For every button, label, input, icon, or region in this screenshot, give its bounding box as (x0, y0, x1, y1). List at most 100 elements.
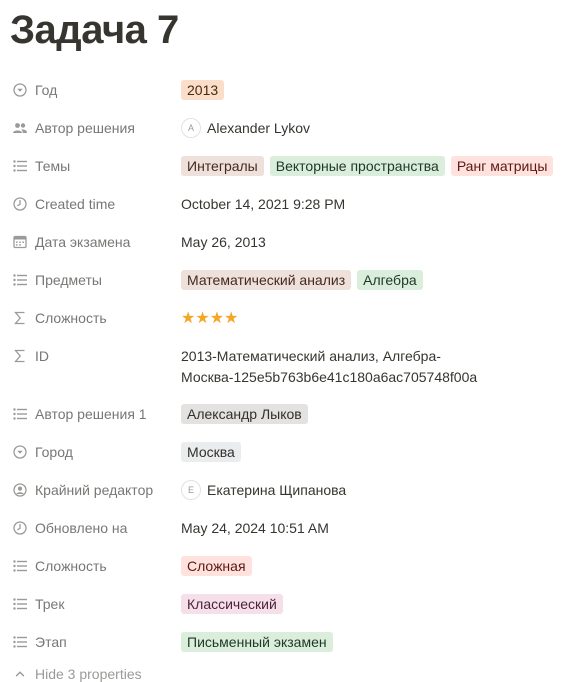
property-value-subjects[interactable]: Математический анализ Алгебра (181, 261, 572, 299)
property-row-exam-date: Дата экзамена May 26, 2013 (0, 223, 580, 261)
property-label-text: Сложность (35, 558, 107, 574)
property-value-last-editor: E Екатерина Щипанова (181, 471, 572, 509)
property-row-difficulty: Сложность Сложная (0, 547, 580, 585)
property-label-solution-author-1[interactable]: Автор решения 1 (12, 395, 172, 433)
person-name: Alexander Lykov (207, 120, 310, 136)
calendar-icon (12, 234, 28, 250)
property-label-city[interactable]: Город (12, 433, 172, 471)
avatar: A (181, 118, 201, 138)
multi-select-icon (12, 634, 28, 650)
property-row-year: Год 2013 (0, 71, 580, 109)
updated-at-value: May 24, 2024 10:51 AM (181, 520, 329, 536)
property-label-stage[interactable]: Этап (12, 623, 172, 661)
property-label-track[interactable]: Трек (12, 585, 172, 623)
property-row-solution-author-1: Автор решения 1 Александр Лыков (0, 395, 580, 433)
property-label-text: ID (35, 348, 49, 364)
property-label-text: Этап (35, 634, 67, 650)
formula-icon (12, 348, 28, 364)
property-label-topics[interactable]: Темы (12, 147, 172, 185)
property-label-text: Предметы (35, 272, 102, 288)
property-label-year[interactable]: Год (12, 71, 172, 109)
property-row-subjects: Предметы Математический анализ Алгебра (0, 261, 580, 299)
property-label-text: Трек (35, 596, 65, 612)
property-label-subjects[interactable]: Предметы (12, 261, 172, 299)
property-value-updated-at: May 24, 2024 10:51 AM (181, 509, 572, 547)
clock-icon (12, 196, 28, 212)
property-label-text: Обновлено на (35, 520, 128, 536)
topic-tag: Интегралы (181, 156, 264, 176)
property-row-last-editor: Крайний редактор E Екатерина Щипанова (0, 471, 580, 509)
multi-select-icon (12, 406, 28, 422)
exam-date-value: May 26, 2013 (181, 234, 266, 250)
property-row-difficulty-rating: Сложность ★★★★ (0, 299, 580, 337)
chevron-up-icon (12, 666, 28, 682)
people-icon (12, 120, 28, 136)
property-label-text: Created time (35, 196, 116, 212)
property-row-solution-author: Автор решения A Alexander Lykov (0, 109, 580, 147)
property-label-difficulty[interactable]: Сложность (12, 547, 172, 585)
star-rating: ★★★★ (181, 310, 239, 327)
created-time-value: October 14, 2021 9:28 PM (181, 196, 346, 212)
topic-tag: Ранг матрицы (450, 156, 554, 176)
property-label-exam-date[interactable]: Дата экзамена (12, 223, 172, 261)
property-value-created-time: October 14, 2021 9:28 PM (181, 185, 572, 223)
property-label-text: Сложность (35, 310, 107, 326)
person-name: Екатерина Щипанова (207, 482, 347, 498)
property-value-difficulty-rating: ★★★★ (181, 299, 572, 337)
property-label-text: Автор решения (35, 120, 135, 136)
city-tag: Москва (181, 442, 241, 462)
property-value-city[interactable]: Москва (181, 433, 572, 471)
property-row-topics: Темы Интегралы Векторные пространства Ра… (0, 147, 580, 185)
property-value-stage[interactable]: Письменный экзамен (181, 623, 572, 661)
property-value-topics[interactable]: Интегралы Векторные пространства Ранг ма… (181, 147, 572, 185)
author-tag: Александр Лыков (181, 404, 308, 424)
property-value-year[interactable]: 2013 (181, 71, 572, 109)
select-icon (12, 82, 28, 98)
person-icon (12, 482, 28, 498)
property-value-exam-date[interactable]: May 26, 2013 (181, 223, 572, 261)
property-value-difficulty[interactable]: Сложная (181, 547, 572, 585)
property-row-created-time: Created time October 14, 2021 9:28 PM (0, 185, 580, 223)
multi-select-icon (12, 558, 28, 574)
property-label-text: Крайний редактор (35, 482, 154, 498)
property-label-text: Дата экзамена (35, 234, 131, 250)
property-label-text: Год (35, 82, 58, 98)
multi-select-icon (12, 158, 28, 174)
select-icon (12, 444, 28, 460)
multi-select-icon (12, 596, 28, 612)
year-tag: 2013 (181, 80, 225, 100)
property-row-city: Город Москва (0, 433, 580, 471)
property-label-solution-author[interactable]: Автор решения (12, 109, 172, 147)
topic-tag: Векторные пространства (269, 156, 445, 176)
property-value-track[interactable]: Классический (181, 585, 572, 623)
property-value-id: 2013-Математический анализ, Алгебра- Мос… (181, 337, 572, 388)
clock-icon (12, 520, 28, 536)
avatar: E (181, 480, 201, 500)
property-value-solution-author-1[interactable]: Александр Лыков (181, 395, 572, 433)
id-value-line-2: Москва-125e5b763b6e41c180a6ac705748f00a (181, 369, 478, 385)
property-row-stage: Этап Письменный экзамен (0, 623, 580, 661)
property-label-created-time[interactable]: Created time (12, 185, 172, 223)
property-label-updated-at[interactable]: Обновлено на (12, 509, 172, 547)
property-label-last-editor[interactable]: Крайний редактор (12, 471, 172, 509)
subject-tag: Математический анализ (181, 270, 352, 290)
page: Задача 7 Год 2013 Автор решения A Alexan… (0, 0, 580, 682)
id-value-line-1: 2013-Математический анализ, Алгебра- (181, 348, 441, 364)
property-label-text: Город (35, 444, 73, 460)
page-title[interactable]: Задача 7 (10, 6, 179, 54)
stage-tag: Письменный экзамен (181, 632, 333, 652)
properties-list: Год 2013 Автор решения A Alexander Lykov (0, 71, 580, 661)
property-label-difficulty-rating[interactable]: Сложность (12, 299, 172, 337)
difficulty-tag: Сложная (181, 556, 252, 576)
property-label-text: Темы (35, 158, 71, 174)
formula-icon (12, 310, 28, 326)
hide-properties-label: Hide 3 properties (35, 666, 142, 682)
multi-select-icon (12, 272, 28, 288)
property-value-solution-author[interactable]: A Alexander Lykov (181, 109, 572, 147)
hide-properties-button[interactable]: Hide 3 properties (12, 666, 142, 682)
property-row-updated-at: Обновлено на May 24, 2024 10:51 AM (0, 509, 580, 547)
property-label-text: Автор решения 1 (35, 406, 147, 422)
subject-tag: Алгебра (357, 270, 423, 290)
property-row-id: ID 2013-Математический анализ, Алгебра- … (0, 337, 580, 395)
property-label-id[interactable]: ID (12, 337, 172, 375)
